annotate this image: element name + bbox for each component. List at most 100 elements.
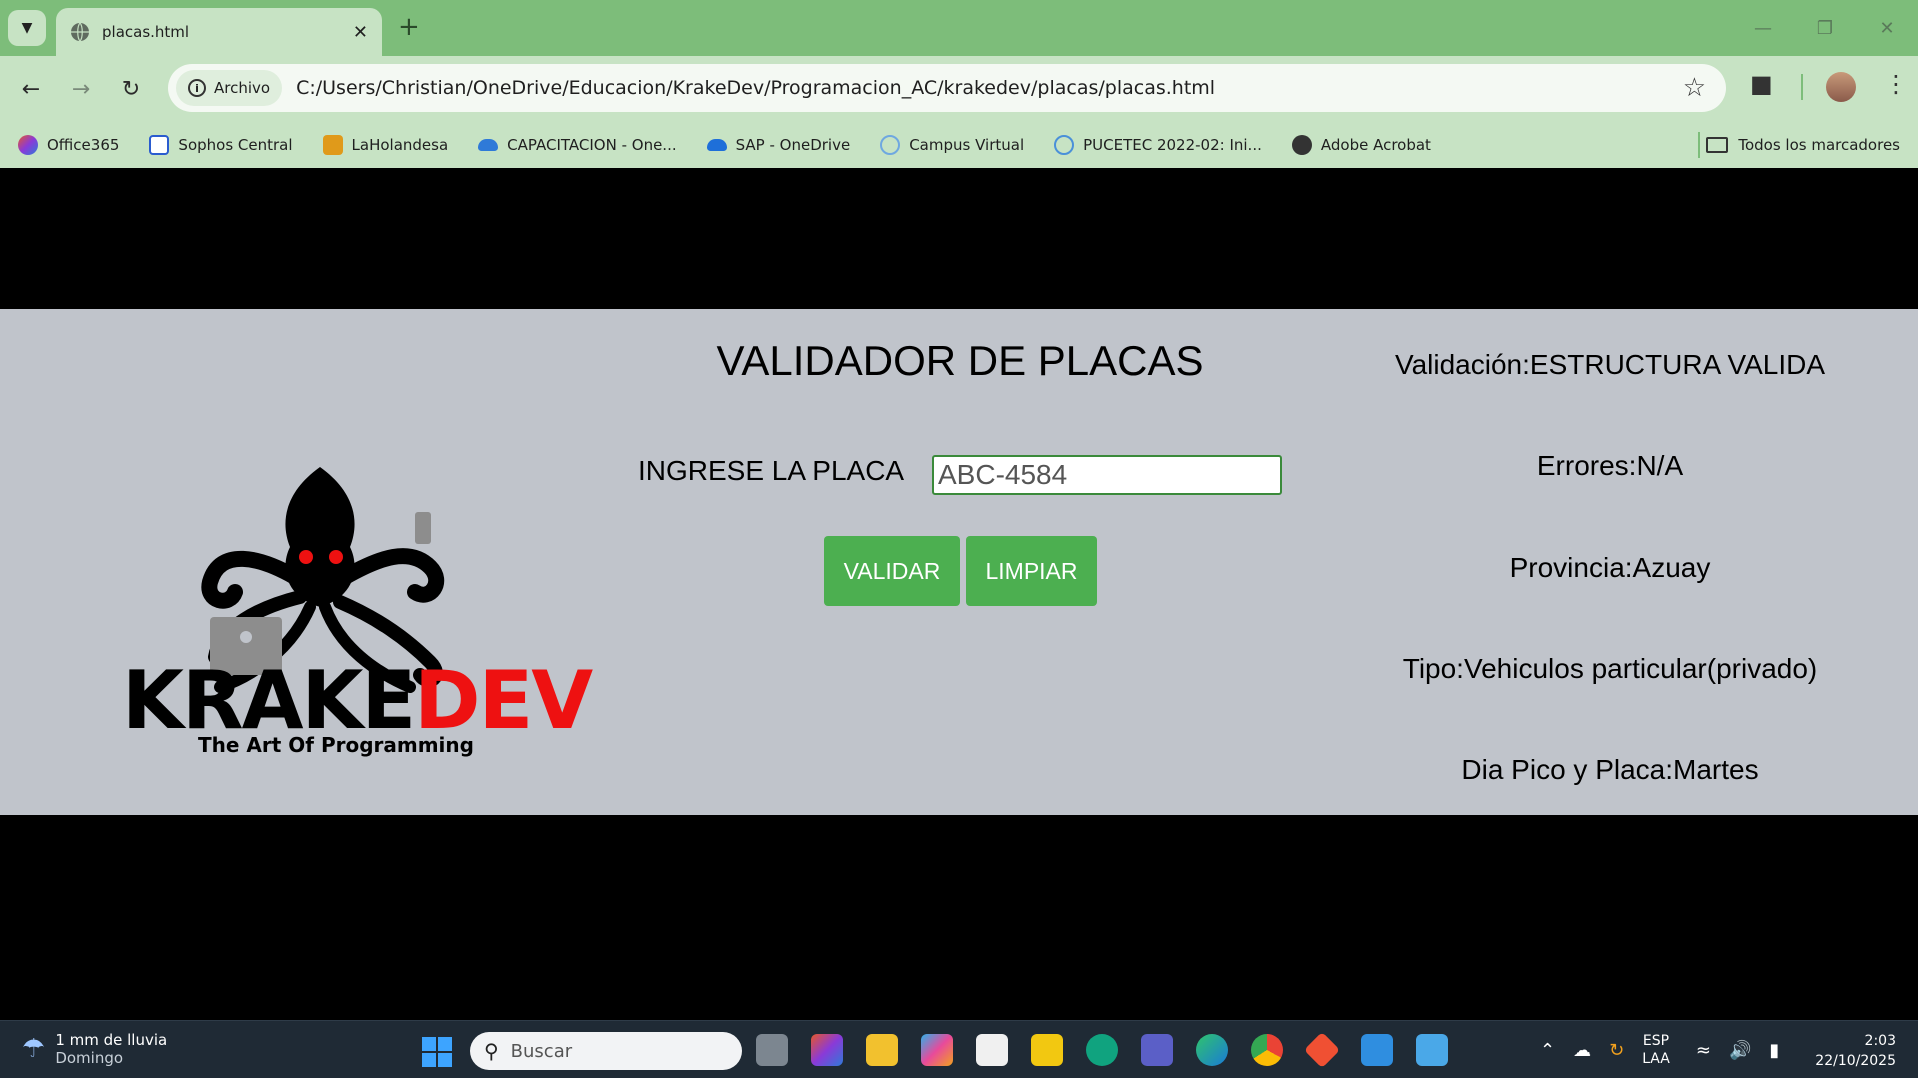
- toolbar-divider: [1801, 74, 1803, 100]
- minimize-icon[interactable]: —: [1732, 0, 1794, 56]
- bookmark-label: PUCETEC 2022-02: Ini...: [1083, 136, 1262, 154]
- language-code: ESP: [1642, 1033, 1670, 1049]
- umbrella-rain-icon: ☂: [22, 1034, 46, 1064]
- battery-icon[interactable]: ▮: [1769, 1040, 1779, 1061]
- weather-summary: 1 mm de lluvia: [55, 1031, 168, 1049]
- office365-icon: [18, 135, 38, 155]
- bookmark-label: Adobe Acrobat: [1320, 136, 1431, 154]
- onedrive-cloud-icon[interactable]: ☁: [1573, 1040, 1591, 1061]
- site-info-label: Archivo: [214, 79, 271, 97]
- forward-icon[interactable]: →: [66, 74, 96, 104]
- keyboard-layout: LAA: [1642, 1051, 1670, 1067]
- province-result: Provincia:Azuay: [1509, 552, 1711, 583]
- search-icon: ⚲: [484, 1039, 499, 1063]
- restore-icon[interactable]: ❐: [1794, 0, 1856, 56]
- type-result: Tipo:Vehiculos particular(privado): [1402, 653, 1818, 684]
- clock-date: 22/10/2025: [1815, 1053, 1896, 1069]
- validate-button[interactable]: VALIDAR: [824, 536, 960, 606]
- chevron-up-icon[interactable]: ⌃: [1540, 1040, 1555, 1061]
- bookmark-laholandesa[interactable]: LaHolandesa: [322, 135, 449, 155]
- globe-icon: [1291, 135, 1312, 155]
- windows-taskbar: ☂ 1 mm de lluvia Domingo ⚲ Buscar ⌃ ☁ ↻ …: [0, 1020, 1918, 1078]
- folder-icon: [1706, 137, 1729, 153]
- info-icon: i: [188, 79, 206, 97]
- system-tray: ⌃ ☁ ↻ ESP LAA ≈ 🔊 ▮: [1540, 1021, 1797, 1078]
- bookmark-capacitacion[interactable]: CAPACITACION - One...: [478, 136, 677, 154]
- tab-strip: ▼ placas.html ✕ + — ❐ ✕: [0, 0, 1918, 56]
- volume-icon[interactable]: 🔊: [1729, 1040, 1751, 1061]
- address-bar[interactable]: i Archivo C:/Users/Christian/OneDrive/Ed…: [168, 64, 1726, 112]
- task-view-icon[interactable]: [756, 1034, 788, 1066]
- bookmarks-divider: [1698, 132, 1700, 158]
- bookmark-campus-virtual[interactable]: Campus Virtual: [880, 135, 1024, 155]
- sophos-icon: [149, 135, 170, 155]
- browser-toolbar: ← → ↻ i Archivo C:/Users/Christian/OneDr…: [0, 56, 1918, 122]
- page-top-band: [0, 168, 1918, 309]
- teams-icon[interactable]: [1141, 1034, 1173, 1066]
- onedrive-icon: [478, 139, 499, 151]
- taskbar-search[interactable]: ⚲ Buscar: [470, 1032, 742, 1070]
- chrome-icon[interactable]: [1251, 1034, 1283, 1066]
- close-tab-icon[interactable]: ✕: [353, 22, 368, 43]
- plate-input[interactable]: [932, 455, 1282, 495]
- new-tab-icon[interactable]: +: [398, 12, 420, 42]
- back-icon[interactable]: ←: [16, 74, 46, 104]
- file-explorer-icon[interactable]: [866, 1034, 898, 1066]
- bookmark-label: Sophos Central: [178, 136, 293, 154]
- onedrive-icon: [706, 139, 727, 151]
- close-window-icon[interactable]: ✕: [1856, 0, 1918, 56]
- window-controls: — ❐ ✕: [1732, 0, 1918, 56]
- chatgpt-icon[interactable]: [1086, 1034, 1118, 1066]
- page-title: VALIDADOR DE PLACAS: [716, 337, 1204, 384]
- errors-result: Errores:N/A: [1536, 450, 1684, 481]
- tab-title: placas.html: [102, 23, 190, 41]
- profile-avatar[interactable]: [1826, 72, 1856, 102]
- globe-icon: [71, 22, 89, 42]
- vscode-icon[interactable]: [1361, 1034, 1393, 1066]
- bookmark-office365[interactable]: Office365: [18, 135, 119, 155]
- language-indicator[interactable]: ESP LAA: [1642, 1032, 1670, 1068]
- all-bookmarks[interactable]: Todos los marcadores: [1706, 122, 1900, 168]
- bookmark-adobe-acrobat[interactable]: Adobe Acrobat: [1291, 135, 1431, 155]
- pinned-apps: [756, 1031, 1471, 1069]
- url-text[interactable]: C:/Users/Christian/OneDrive/Educacion/Kr…: [296, 77, 1683, 99]
- search-placeholder: Buscar: [510, 1040, 573, 1062]
- snipping-tool-icon[interactable]: [976, 1034, 1008, 1066]
- edge-icon[interactable]: [1196, 1034, 1228, 1066]
- bookmark-pucetec[interactable]: PUCETEC 2022-02: Ini...: [1054, 135, 1262, 155]
- clock-time: 2:03: [1864, 1033, 1896, 1049]
- weather-widget[interactable]: ☂ 1 mm de lluvia Domingo: [22, 1031, 167, 1067]
- wifi-icon[interactable]: ≈: [1696, 1040, 1711, 1061]
- git-icon[interactable]: [1303, 1031, 1341, 1069]
- page-bottom-band: [0, 815, 1918, 1020]
- bookmarks-bar: Office365 Sophos Central LaHolandesa CAP…: [0, 122, 1918, 168]
- menu-kebab-icon[interactable]: ⋮: [1884, 70, 1908, 98]
- reload-icon[interactable]: ↻: [116, 74, 146, 104]
- pucetec-icon: [1054, 135, 1075, 155]
- m365-icon[interactable]: [811, 1034, 843, 1066]
- campus-icon: [880, 135, 901, 155]
- bookmark-label: CAPACITACION - One...: [507, 136, 677, 154]
- site-info-chip[interactable]: i Archivo: [176, 70, 283, 106]
- bookmark-label: LaHolandesa: [351, 136, 449, 154]
- tab-placas[interactable]: placas.html ✕: [56, 8, 382, 56]
- chevron-down-icon: ▼: [21, 20, 33, 36]
- logo-tagline: The Art Of Programming: [198, 733, 474, 757]
- bookmark-sophos[interactable]: Sophos Central: [149, 135, 293, 155]
- clear-button[interactable]: LIMPIAR: [966, 536, 1097, 606]
- clock[interactable]: 2:03 22/10/2025: [1815, 1031, 1896, 1071]
- sync-icon[interactable]: ↻: [1609, 1040, 1624, 1061]
- validation-result: Validación:ESTRUCTURA VALIDA: [1395, 349, 1825, 380]
- laholandesa-icon: [322, 135, 343, 155]
- bookmark-star-icon[interactable]: ☆: [1683, 73, 1706, 103]
- tab-search-button[interactable]: ▼: [8, 10, 46, 46]
- bookmark-label: Campus Virtual: [909, 136, 1025, 154]
- windows-start-icon[interactable]: [422, 1037, 452, 1067]
- extensions-icon[interactable]: ■: [1750, 70, 1773, 98]
- notepad-icon[interactable]: [1416, 1034, 1448, 1066]
- bookmark-label: SAP - OneDrive: [735, 136, 851, 154]
- power-bi-icon[interactable]: [1031, 1034, 1063, 1066]
- copilot-icon[interactable]: [921, 1034, 953, 1066]
- bookmark-sap-onedrive[interactable]: SAP - OneDrive: [706, 136, 851, 154]
- all-bookmarks-label: Todos los marcadores: [1738, 136, 1900, 154]
